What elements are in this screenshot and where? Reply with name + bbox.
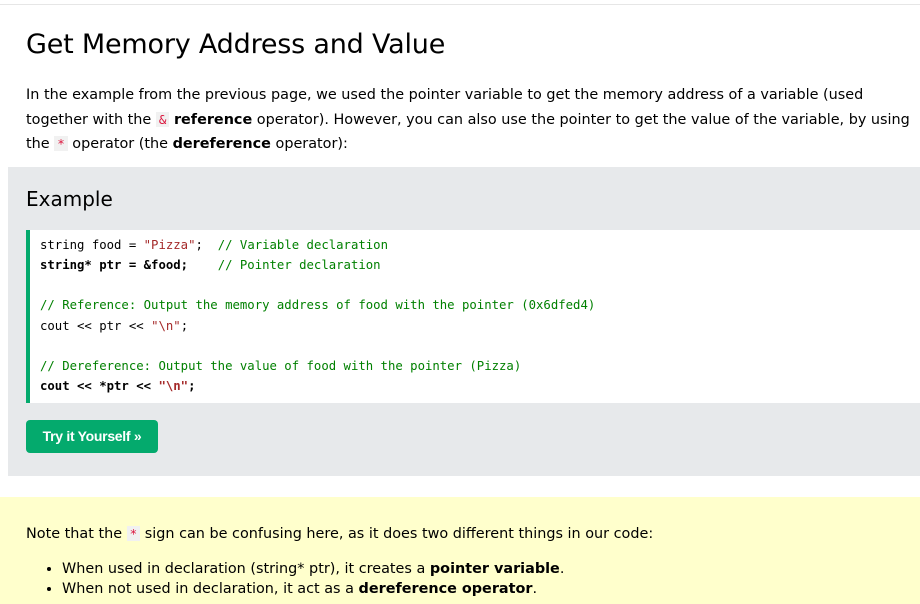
dereference-term: dereference — [172, 136, 271, 152]
code-string: "\n" — [151, 319, 181, 333]
intro-text-4: operator (the — [67, 136, 173, 152]
example-heading: Example — [26, 187, 113, 211]
list-item-bold: dereference operator — [358, 581, 533, 597]
list-item: When used in declaration (string* ptr), … — [62, 559, 564, 579]
list-item-end: . — [559, 561, 565, 577]
try-it-yourself-button[interactable]: Try it Yourself » — [26, 420, 158, 453]
note-text-1: Note that the — [26, 526, 127, 542]
intro-text-5: operator): — [270, 136, 348, 152]
list-item-end: . — [532, 581, 538, 597]
note-list: When used in declaration (string* ptr), … — [26, 559, 564, 599]
code-line-4: cout << ptr << "\n"; — [40, 316, 188, 336]
intro-paragraph: In the example from the previous page, w… — [26, 83, 918, 157]
code-text: string food = — [40, 238, 144, 252]
list-item-text: When used in declaration (string* ptr), … — [62, 561, 430, 577]
code-comment: // Reference: Output the memory address … — [40, 298, 596, 312]
dereference-operator-code: * — [54, 136, 68, 151]
example-box: Example string food = "Pizza"; // Variab… — [8, 167, 920, 476]
code-line-2: string* ptr = &food; // Pointer declarat… — [40, 255, 381, 275]
note-text-2: sign can be confusing here, as it does t… — [140, 526, 654, 542]
note-text: Note that the * sign can be confusing he… — [26, 524, 653, 544]
code-string: "\n" — [158, 379, 189, 393]
top-divider — [0, 4, 920, 5]
code-text: ; — [188, 379, 196, 393]
page-title: Get Memory Address and Value — [26, 29, 446, 60]
code-comment: // Variable declaration — [217, 238, 388, 252]
code-line-3: // Reference: Output the memory address … — [40, 295, 595, 315]
reference-operator-code: & — [155, 111, 170, 127]
list-item-text: When not used in declaration, it act as … — [62, 581, 359, 597]
code-line-1: string food = "Pizza"; // Variable decla… — [40, 235, 388, 255]
asterisk-operator-code: * — [126, 526, 141, 541]
code-block: string food = "Pizza"; // Variable decla… — [26, 230, 920, 403]
list-item-bold: pointer variable — [429, 561, 560, 577]
code-text: cout << *ptr << — [40, 379, 159, 393]
code-comment: // Pointer declaration — [217, 258, 381, 272]
code-text: string* ptr = &food; — [40, 258, 218, 272]
code-string: "Pizza" — [143, 238, 196, 252]
code-text: ; — [180, 319, 189, 333]
code-line-6: cout << *ptr << "\n"; — [40, 376, 196, 396]
reference-term: reference — [173, 111, 253, 128]
code-text: cout << ptr << — [40, 319, 152, 333]
list-item: When not used in declaration, it act as … — [62, 579, 564, 599]
note-box: Note that the * sign can be confusing he… — [0, 497, 920, 604]
code-line-5: // Dereference: Output the value of food… — [40, 356, 521, 376]
code-text: ; — [195, 238, 218, 252]
code-comment: // Dereference: Output the value of food… — [40, 359, 522, 373]
